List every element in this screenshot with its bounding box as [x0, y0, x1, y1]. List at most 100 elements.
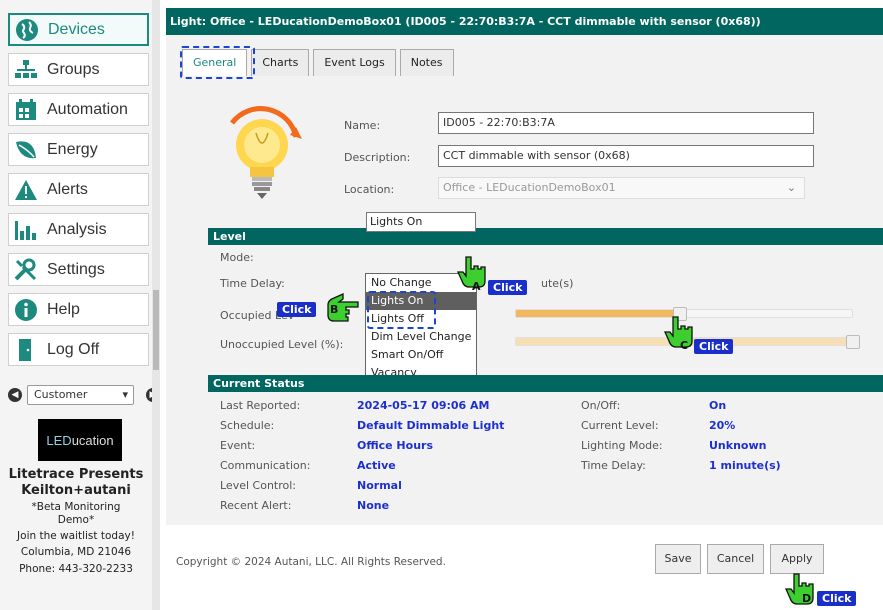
communication-value: Active — [357, 459, 396, 472]
on-off-value: On — [709, 399, 727, 412]
pointer-hand-d-icon — [784, 573, 814, 605]
promo-line: *Beta Monitoring — [31, 501, 121, 513]
device-detail-panel: Light: Office - LEDucationDemoBox01 (ID0… — [166, 0, 883, 610]
sidebar-item-label: Groups — [47, 60, 100, 78]
click-tag-b: Click — [277, 302, 317, 317]
on-off-label: On/Off: — [581, 399, 621, 412]
last-reported-label: Last Reported: — [220, 399, 301, 412]
chevron-down-icon: ⌄ — [786, 181, 796, 194]
sidebar-item-label: Analysis — [47, 220, 107, 238]
scrollbar-thumb[interactable] — [153, 290, 159, 370]
location-select-value: Office - LEDucationDemoBox01 — [443, 181, 616, 194]
event-value: Office Hours — [357, 439, 433, 452]
energy-leaf-icon — [9, 133, 43, 166]
sidebar-item-help[interactable]: Help — [8, 293, 149, 326]
promo-line: Keilton+autani — [21, 483, 131, 498]
customer-bar: ◀ Customer ▾ ▶ — [0, 383, 160, 407]
level-control-label: Level Control: — [220, 479, 297, 492]
level-section-header: Level — [208, 228, 883, 245]
step-letter-d: D — [802, 592, 812, 605]
recent-alert-value: None — [357, 499, 390, 512]
step-letter-c: C — [680, 339, 689, 352]
tab-event-logs[interactable]: Event Logs — [313, 49, 396, 76]
current-level-label: Current Level: — [581, 419, 659, 432]
door-exit-icon — [9, 333, 43, 366]
light-bulb-icon — [230, 106, 302, 199]
dropdown-option-smart-on-off[interactable]: Smart On/Off — [366, 346, 476, 364]
page-title: Light: Office - LEDucationDemoBox01 (ID0… — [166, 8, 883, 35]
status-section-header: Current Status — [208, 375, 883, 392]
sidebar-item-label: Help — [47, 300, 80, 318]
promo-line: Columbia, MD 21046 — [20, 546, 132, 558]
sidebar-item-analysis[interactable]: Analysis — [8, 213, 149, 246]
bar-chart-icon — [9, 213, 43, 246]
click-tag-c: Click — [694, 339, 734, 354]
sidebar-item-alerts[interactable]: Alerts — [8, 173, 149, 206]
logo-text-ucation: ucation — [71, 432, 114, 448]
step-letter-a: A — [472, 280, 481, 293]
sidebar-item-label: Log Off — [47, 340, 100, 358]
time-delay-unit: ute(s) — [541, 277, 574, 290]
groups-hierarchy-icon — [9, 53, 43, 86]
schedule-value: Default Dimmable Light — [357, 419, 505, 432]
sidebar-nav: Devices Groups Automation Energy Alerts … — [0, 0, 160, 610]
sidebar-item-label: Alerts — [47, 180, 88, 198]
sidebar-item-label: Automation — [47, 100, 128, 118]
sidebar-item-log-off[interactable]: Log Off — [8, 333, 149, 366]
dropdown-option-dim-level-change[interactable]: Dim Level Change — [366, 328, 476, 346]
location-select[interactable]: Office - LEDucationDemoBox01 ⌄ — [438, 177, 805, 199]
save-button[interactable]: Save — [655, 544, 701, 574]
cancel-button[interactable]: Cancel — [707, 544, 764, 574]
chevron-down-icon: ▾ — [122, 388, 128, 401]
click-tag-d: Click — [817, 591, 857, 606]
sidebar-item-energy[interactable]: Energy — [8, 133, 149, 166]
customer-select-value: Customer — [34, 388, 88, 401]
step-letter-b: B — [330, 303, 339, 316]
current-level-value: 20% — [709, 419, 736, 432]
apply-button[interactable]: Apply — [770, 544, 824, 574]
promo-line: Join the waitlist today! — [17, 530, 135, 542]
unoccupied-level-label: Unoccupied Level (%): — [220, 338, 344, 351]
occupied-level-fill — [516, 310, 675, 317]
lighting-mode-value: Unknown — [709, 439, 767, 452]
sidebar-item-label: Devices — [48, 20, 105, 38]
event-label: Event: — [220, 439, 256, 452]
sidebar-item-label: Energy — [47, 140, 98, 158]
sidebar-scrollbar[interactable] — [152, 0, 160, 610]
communication-label: Communication: — [220, 459, 311, 472]
description-field[interactable]: CCT dimmable with sensor (0x68) — [438, 145, 814, 167]
sidebar-item-devices[interactable]: Devices — [8, 13, 149, 46]
level-control-value: Normal — [357, 479, 402, 492]
promo-line: Phone: 443-320-2233 — [19, 563, 133, 575]
tab-notes[interactable]: Notes — [399, 49, 454, 76]
time-delay-status-label: Time Delay: — [581, 459, 646, 472]
automation-calendar-icon — [9, 93, 43, 126]
logo-text-led: LED — [46, 432, 72, 448]
schedule-label: Schedule: — [220, 419, 275, 432]
tab-charts[interactable]: Charts — [251, 49, 310, 76]
description-label: Description: — [344, 151, 411, 164]
customer-select[interactable]: Customer ▾ — [27, 385, 134, 405]
name-field[interactable]: ID005 - 22:70:B3:7A — [438, 112, 814, 134]
recent-alert-label: Recent Alert: — [220, 499, 292, 512]
leducation-logo: LED ucation — [38, 419, 122, 461]
wrench-screwdriver-icon — [9, 253, 43, 286]
info-icon — [9, 293, 43, 326]
location-label: Location: — [344, 183, 395, 196]
time-delay-label: Time Delay: — [220, 277, 285, 290]
promo-line: Demo* — [57, 514, 95, 526]
promo-line: Litetrace Presents — [8, 467, 144, 482]
sidebar-item-settings[interactable]: Settings — [8, 253, 149, 286]
copyright-text: Copyright © 2024 Autani, LLC. All Rights… — [176, 556, 446, 568]
prev-customer-button[interactable]: ◀ — [8, 388, 22, 402]
sidebar-item-groups[interactable]: Groups — [8, 53, 149, 86]
mode-select[interactable]: Lights On — [366, 212, 476, 232]
sidebar-item-automation[interactable]: Automation — [8, 93, 149, 126]
devices-globe-icon — [10, 13, 44, 46]
unoccupied-level-handle[interactable] — [846, 335, 860, 349]
mode-label: Mode: — [220, 251, 254, 264]
lighting-mode-label: Lighting Mode: — [581, 439, 663, 452]
alert-triangle-icon — [9, 173, 43, 206]
name-label: Name: — [344, 119, 381, 132]
click-tag-a: Click — [488, 280, 528, 295]
